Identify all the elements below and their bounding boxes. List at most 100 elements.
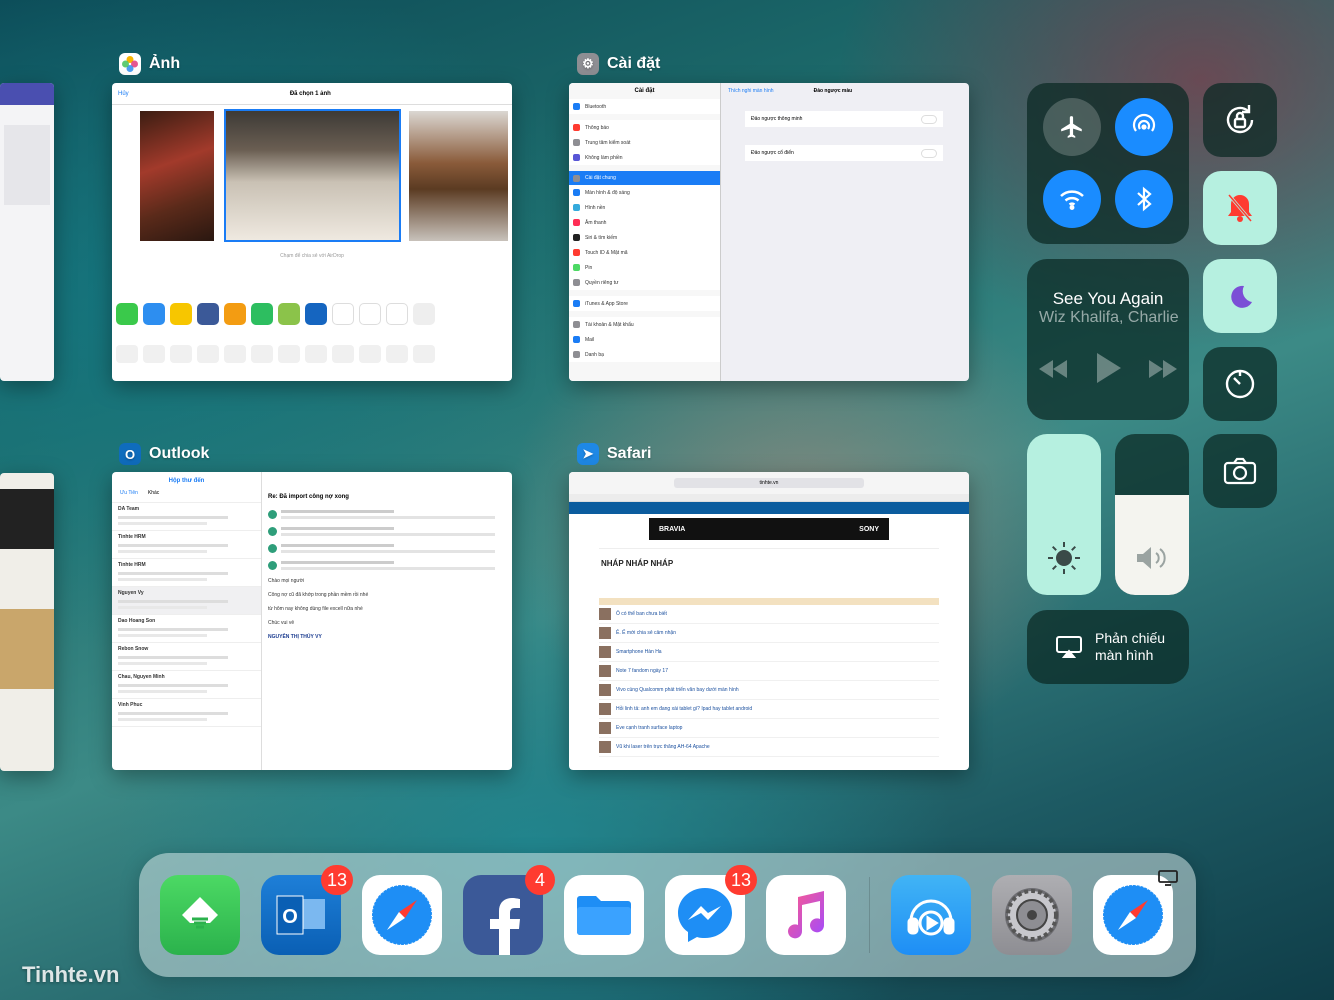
screen-mirroring-button[interactable]: Phản chiếu màn hình	[1027, 610, 1189, 684]
settings-row[interactable]: Touch ID & Mật mã	[569, 245, 720, 260]
settings-row-label: Mail	[585, 336, 595, 343]
watermark: Tinhte.vn	[22, 962, 120, 987]
settings-row-icon	[573, 264, 580, 271]
list-item[interactable]: Rebon Snow	[112, 643, 261, 671]
next-track-button[interactable]	[1147, 355, 1179, 383]
previous-track-button[interactable]	[1037, 355, 1069, 383]
volume-slider[interactable]	[1115, 434, 1189, 595]
airplane-mode-button[interactable]	[1043, 98, 1101, 156]
thread-title[interactable]: Vũ khi laser trên trực thăng AH-64 Apach…	[616, 744, 710, 750]
dock-messenger[interactable]: 13	[665, 865, 757, 955]
settings-row[interactable]: Cài đặt chung	[569, 171, 720, 185]
outlook-tab-other[interactable]: Khác	[148, 490, 159, 496]
thread-title[interactable]: Eve cạnh tranh surface laptop	[616, 725, 682, 731]
thread-message-block	[268, 544, 506, 553]
list-item[interactable]: Chau, Nguyen Minh	[112, 671, 261, 699]
settings-row[interactable]: Không làm phiền	[569, 150, 720, 165]
settings-row[interactable]: Mail	[569, 332, 720, 347]
list-item[interactable]: Nguyen Vy	[112, 587, 261, 615]
forum-thread-row[interactable]: Vũ khi laser trên trực thăng AH-64 Apach…	[599, 738, 939, 757]
list-item-preview	[118, 600, 228, 603]
music-player-tile[interactable]: See You Again Wiz Khalifa, Charlie	[1027, 259, 1189, 420]
dock-files[interactable]	[564, 875, 644, 955]
photo-thumb-3[interactable]	[409, 111, 508, 241]
thread-title[interactable]: Ê. Ế mới chia sẻ cảm nhận	[616, 630, 676, 636]
photo-thumb-1[interactable]	[140, 111, 214, 241]
list-item[interactable]: Vinh Phuc	[112, 699, 261, 727]
toggle-row-classic-invert[interactable]: Đảo ngược cổ điển	[745, 145, 943, 161]
music-title: See You Again	[1052, 289, 1164, 308]
settings-row[interactable]: iTunes & App Store	[569, 296, 720, 311]
photos-card[interactable]: Hủy Đã chọn 1 ảnh Chạm để chia sẻ với Ai…	[112, 83, 512, 381]
list-item-preview	[118, 606, 208, 609]
settings-row[interactable]: Pin	[569, 260, 720, 275]
settings-back[interactable]: Thích nghi màn hình	[728, 88, 774, 94]
thread-title[interactable]: Smartphone Hàn Ha	[616, 649, 662, 655]
list-item[interactable]: Dao Hoang Son	[112, 615, 261, 643]
dock-facebook[interactable]: 4	[463, 865, 555, 955]
bluetooth-button[interactable]	[1115, 170, 1173, 228]
forum-thread-row[interactable]: Eve cạnh tranh surface laptop	[599, 719, 939, 738]
thread-title[interactable]: Hỏi linh tả: anh em đang xài tablet gì? …	[616, 706, 752, 712]
forum-thread-row[interactable]: Ê. Ế mới chia sẻ cảm nhận	[599, 624, 939, 643]
safari-thread-list: Ô có thể ban chưa biết Ê. Ế mới chia sẻ c…	[599, 605, 939, 757]
dock-safari[interactable]	[362, 875, 442, 955]
forum-thread-row[interactable]: Ô có thể ban chưa biết	[599, 605, 939, 624]
list-item[interactable]: DA Team	[112, 503, 261, 531]
camera-button[interactable]	[1203, 434, 1277, 508]
settings-row[interactable]: Âm thanh	[569, 215, 720, 230]
dock-outlook[interactable]: O 13	[261, 865, 353, 955]
dock-music[interactable]	[766, 875, 846, 955]
dock-feedly[interactable]	[160, 875, 240, 955]
brightness-slider[interactable]	[1027, 434, 1101, 595]
dock-podcast-player[interactable]	[891, 875, 971, 955]
settings-card[interactable]: Cài đặt Bluetooth Thông báo Trung tâm kiểm…	[569, 83, 969, 381]
smart-invert-toggle[interactable]	[921, 114, 937, 124]
play-button[interactable]	[1093, 351, 1125, 385]
classic-invert-toggle[interactable]	[921, 148, 937, 158]
list-item[interactable]: Tinhte HRM	[112, 559, 261, 587]
toggle-row-smart-invert[interactable]: Đảo ngược thông minh	[745, 111, 943, 127]
forum-thread-row[interactable]: Hỏi linh tả: anh em đang xài tablet gì? …	[599, 700, 939, 719]
photo-thumb-2[interactable]	[224, 109, 401, 242]
forum-thread-row[interactable]: Note 7 fandom ngày 17	[599, 662, 939, 681]
left-partial-card-bottom[interactable]	[0, 473, 54, 771]
forum-thread-row[interactable]: Vivo cùng Qualcomm phát triển văn bay dư…	[599, 681, 939, 700]
list-item[interactable]: Tinhte HRM	[112, 531, 261, 559]
photos-selected-count: Đã chọn 1 ảnh	[289, 90, 331, 97]
thread-title[interactable]: Vivo cùng Qualcomm phát triển văn bay dư…	[616, 687, 739, 693]
settings-row[interactable]: Trung tâm kiểm soát	[569, 135, 720, 150]
settings-row[interactable]: Danh bạ	[569, 347, 720, 362]
settings-row[interactable]: Màn hình & độ sáng	[569, 185, 720, 200]
outlook-card[interactable]: Hộp thư đến Ưu Tiên Khác DA Team Tinhte H…	[112, 472, 512, 770]
mute-button[interactable]	[1203, 171, 1277, 245]
forum-thread-row[interactable]: Smartphone Hàn Ha	[599, 643, 939, 662]
wifi-button[interactable]	[1043, 170, 1101, 228]
safari-app-label: ➤ Safari	[577, 443, 651, 465]
thread-title[interactable]: Note 7 fandom ngày 17	[616, 668, 668, 674]
airdrop-button[interactable]	[1115, 98, 1173, 156]
settings-row[interactable]: Thông báo	[569, 120, 720, 135]
thread-title[interactable]: Ô có thể ban chưa biết	[616, 611, 667, 617]
settings-left-header: Cài đặt	[634, 88, 655, 94]
safari-banner[interactable]: BRAVIA SONY	[649, 518, 889, 540]
list-item-preview	[118, 662, 208, 665]
safari-compass-icon-2	[1102, 884, 1164, 946]
left-partial-card-top[interactable]	[0, 83, 54, 381]
dock-safari-recent[interactable]	[1093, 870, 1178, 955]
safari-card[interactable]: tinhte.vn BRAVIA SONY NHÁP NHÁP NHÁP Ô c…	[569, 472, 969, 770]
do-not-disturb-button[interactable]	[1203, 259, 1277, 333]
settings-row[interactable]: Tài khoản & Mật khẩu	[569, 317, 720, 332]
timer-button[interactable]	[1203, 347, 1277, 421]
settings-row[interactable]: Bluetooth	[569, 99, 720, 114]
settings-row[interactable]: Hình nền	[569, 200, 720, 215]
settings-row[interactable]: Quyền riêng tư	[569, 275, 720, 290]
safari-address-bar[interactable]: tinhte.vn	[674, 478, 864, 488]
settings-row-icon	[573, 139, 580, 146]
rotation-lock-button[interactable]	[1203, 83, 1277, 157]
settings-row[interactable]: Siri & tìm kiếm	[569, 230, 720, 245]
outlook-tab-focused[interactable]: Ưu Tiên	[120, 490, 138, 496]
photos-cancel[interactable]: Hủy	[118, 91, 129, 97]
thread-avatar	[599, 722, 611, 734]
dock-settings[interactable]	[992, 875, 1072, 955]
